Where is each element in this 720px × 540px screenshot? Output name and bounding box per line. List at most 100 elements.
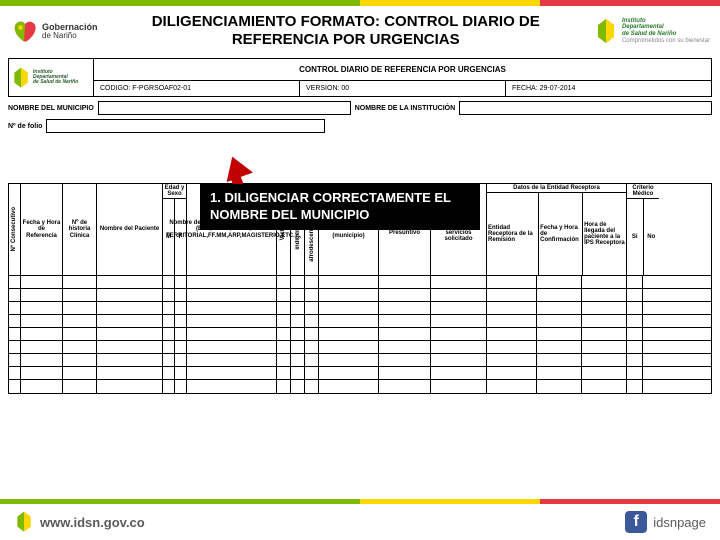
table-cell[interactable] <box>643 302 659 314</box>
table-cell[interactable] <box>537 302 582 314</box>
table-cell[interactable] <box>431 367 487 379</box>
table-cell[interactable] <box>537 315 582 327</box>
table-cell[interactable] <box>431 276 487 288</box>
table-cell[interactable] <box>487 367 537 379</box>
table-cell[interactable] <box>537 289 582 301</box>
table-cell[interactable] <box>305 367 319 379</box>
table-cell[interactable] <box>175 367 187 379</box>
table-cell[interactable] <box>582 276 627 288</box>
table-cell[interactable] <box>627 289 643 301</box>
table-cell[interactable] <box>97 354 163 366</box>
table-cell[interactable] <box>187 367 277 379</box>
table-cell[interactable] <box>627 315 643 327</box>
table-cell[interactable] <box>643 328 659 340</box>
table-cell[interactable] <box>21 328 63 340</box>
table-cell[interactable] <box>487 341 537 353</box>
table-cell[interactable] <box>175 315 187 327</box>
table-cell[interactable] <box>305 289 319 301</box>
table-cell[interactable] <box>487 276 537 288</box>
table-cell[interactable] <box>537 354 582 366</box>
table-cell[interactable] <box>537 367 582 379</box>
table-cell[interactable] <box>21 341 63 353</box>
table-cell[interactable] <box>582 289 627 301</box>
table-cell[interactable] <box>175 276 187 288</box>
table-cell[interactable] <box>319 367 379 379</box>
table-cell[interactable] <box>582 367 627 379</box>
table-cell[interactable] <box>319 276 379 288</box>
table-cell[interactable] <box>319 354 379 366</box>
table-cell[interactable] <box>305 315 319 327</box>
table-cell[interactable] <box>9 276 21 288</box>
table-cell[interactable] <box>63 380 97 393</box>
table-cell[interactable] <box>163 276 175 288</box>
table-cell[interactable] <box>175 302 187 314</box>
table-cell[interactable] <box>379 380 431 393</box>
table-cell[interactable] <box>291 367 305 379</box>
table-cell[interactable] <box>21 276 63 288</box>
table-cell[interactable] <box>319 341 379 353</box>
table-cell[interactable] <box>187 315 277 327</box>
table-cell[interactable] <box>582 341 627 353</box>
table-cell[interactable] <box>21 302 63 314</box>
table-cell[interactable] <box>97 367 163 379</box>
table-cell[interactable] <box>163 315 175 327</box>
table-cell[interactable] <box>187 354 277 366</box>
table-cell[interactable] <box>97 341 163 353</box>
table-cell[interactable] <box>431 289 487 301</box>
table-cell[interactable] <box>187 328 277 340</box>
facebook-icon[interactable]: f <box>625 511 647 533</box>
table-cell[interactable] <box>582 380 627 393</box>
table-cell[interactable] <box>175 328 187 340</box>
table-cell[interactable] <box>291 354 305 366</box>
table-cell[interactable] <box>379 328 431 340</box>
table-cell[interactable] <box>431 328 487 340</box>
table-cell[interactable] <box>627 341 643 353</box>
table-cell[interactable] <box>305 354 319 366</box>
table-cell[interactable] <box>487 302 537 314</box>
table-cell[interactable] <box>97 289 163 301</box>
table-cell[interactable] <box>627 354 643 366</box>
table-cell[interactable] <box>291 341 305 353</box>
table-cell[interactable] <box>63 289 97 301</box>
table-cell[interactable] <box>175 354 187 366</box>
table-cell[interactable] <box>63 315 97 327</box>
table-cell[interactable] <box>9 315 21 327</box>
folio-input[interactable] <box>46 119 324 133</box>
table-cell[interactable] <box>379 367 431 379</box>
table-cell[interactable] <box>537 341 582 353</box>
table-cell[interactable] <box>9 289 21 301</box>
table-cell[interactable] <box>319 328 379 340</box>
table-cell[interactable] <box>305 380 319 393</box>
table-cell[interactable] <box>277 367 291 379</box>
table-cell[interactable] <box>487 328 537 340</box>
table-cell[interactable] <box>582 354 627 366</box>
table-cell[interactable] <box>277 276 291 288</box>
table-cell[interactable] <box>97 302 163 314</box>
table-cell[interactable] <box>319 380 379 393</box>
table-cell[interactable] <box>277 302 291 314</box>
table-cell[interactable] <box>537 276 582 288</box>
table-cell[interactable] <box>187 302 277 314</box>
table-cell[interactable] <box>163 367 175 379</box>
table-cell[interactable] <box>175 289 187 301</box>
table-cell[interactable] <box>291 328 305 340</box>
table-cell[interactable] <box>9 380 21 393</box>
table-cell[interactable] <box>163 328 175 340</box>
table-cell[interactable] <box>9 367 21 379</box>
table-cell[interactable] <box>627 367 643 379</box>
table-cell[interactable] <box>643 289 659 301</box>
table-cell[interactable] <box>63 328 97 340</box>
table-cell[interactable] <box>163 302 175 314</box>
table-cell[interactable] <box>487 380 537 393</box>
table-cell[interactable] <box>21 354 63 366</box>
table-cell[interactable] <box>21 367 63 379</box>
table-cell[interactable] <box>291 302 305 314</box>
table-cell[interactable] <box>431 380 487 393</box>
table-cell[interactable] <box>21 315 63 327</box>
table-cell[interactable] <box>277 315 291 327</box>
table-cell[interactable] <box>643 354 659 366</box>
table-cell[interactable] <box>163 380 175 393</box>
table-cell[interactable] <box>319 302 379 314</box>
table-cell[interactable] <box>379 315 431 327</box>
table-cell[interactable] <box>582 302 627 314</box>
